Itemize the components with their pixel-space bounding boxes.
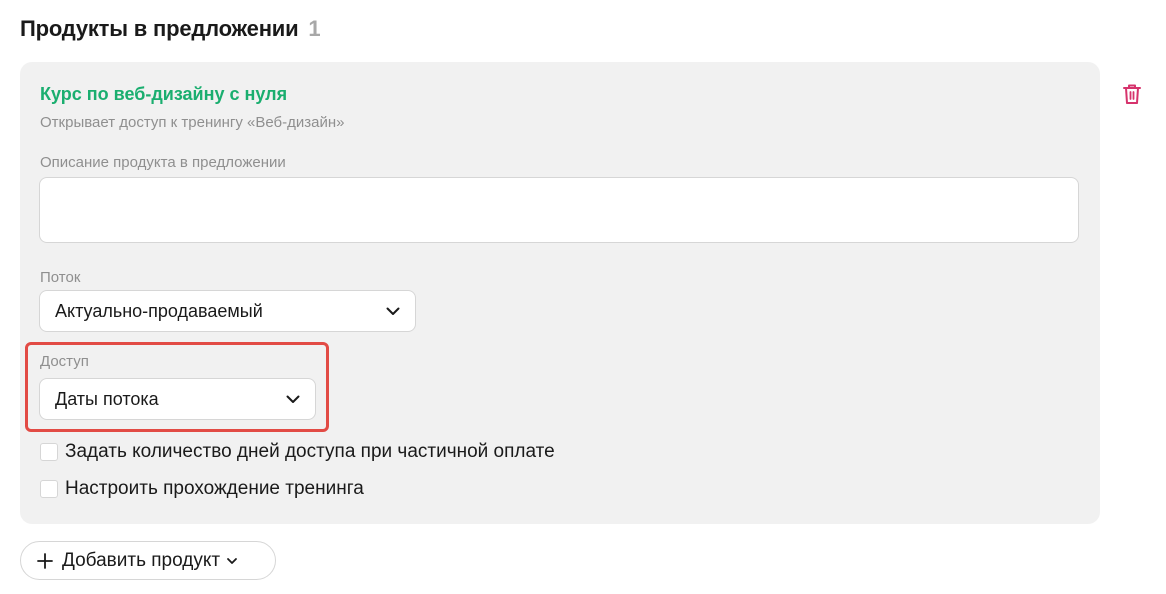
add-product-label: Добавить продукт [62, 549, 221, 571]
add-product-button[interactable]: Добавить продукт [20, 541, 276, 580]
chevron-down-icon [385, 303, 401, 319]
partial-payment-days-checkbox[interactable] [40, 443, 58, 461]
partial-payment-days-label: Задать количество дней доступа при части… [65, 441, 555, 462]
chevron-down-icon [285, 391, 301, 407]
product-card: Курс по веб-дизайну с нуля Открывает дос… [20, 62, 1100, 524]
training-setup-checkbox-row[interactable]: Настроить прохождение тренинга [40, 478, 364, 500]
chevron-down-icon [226, 555, 238, 567]
page: Продукты в предложении 1 Курс по веб-диз… [0, 0, 1166, 594]
plus-icon [37, 552, 53, 569]
stream-select[interactable]: Актуально-продаваемый [39, 290, 416, 332]
stream-select-value: Актуально-продаваемый [55, 300, 263, 321]
training-setup-checkbox[interactable] [40, 480, 58, 498]
product-name[interactable]: Курс по веб-дизайну с нуля [40, 84, 287, 105]
access-select[interactable]: Даты потока [39, 378, 316, 420]
section-title: Продукты в предложении 1 [20, 16, 321, 42]
access-select-value: Даты потока [55, 388, 159, 409]
description-textarea[interactable] [39, 177, 1079, 243]
partial-payment-days-checkbox-row[interactable]: Задать количество дней доступа при части… [40, 441, 555, 463]
description-label: Описание продукта в предложении [40, 154, 286, 171]
section-title-text: Продукты в предложении [20, 16, 299, 41]
access-label: Доступ [40, 353, 89, 370]
stream-label: Поток [40, 269, 81, 286]
training-setup-label: Настроить прохождение тренинга [65, 478, 364, 499]
product-subtitle: Открывает доступ к тренингу «Веб-дизайн» [40, 114, 345, 131]
trash-icon[interactable] [1122, 83, 1142, 105]
product-count: 1 [308, 16, 321, 41]
